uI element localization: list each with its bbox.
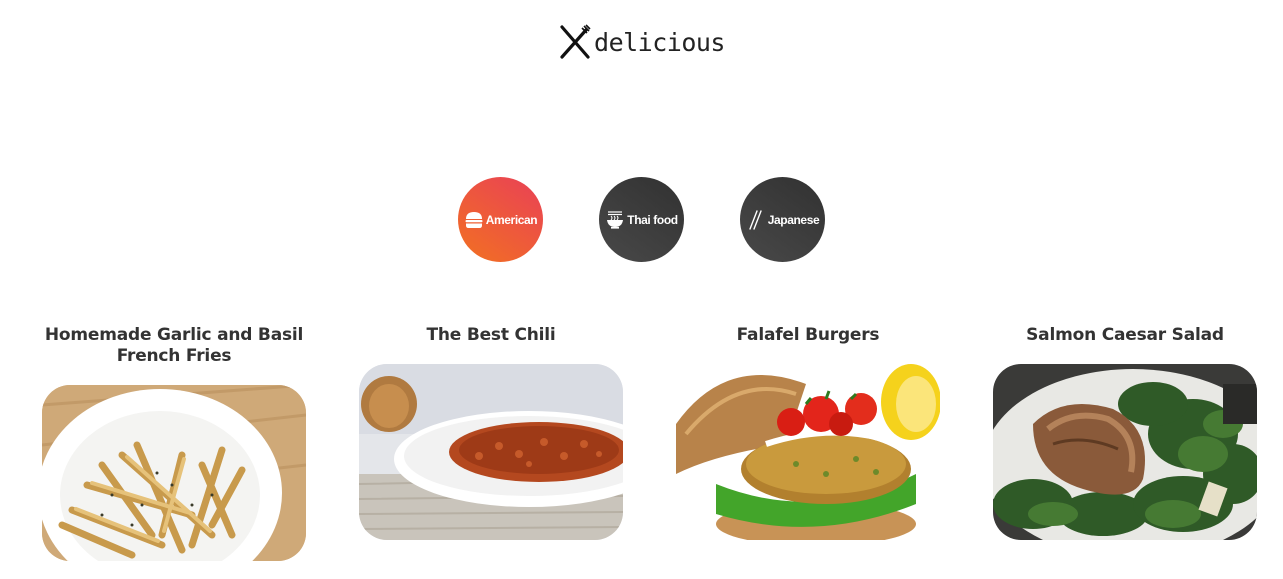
category-thai-label: Thai food bbox=[627, 212, 678, 227]
recipe-title: Homemade Garlic and Basil French Fries bbox=[44, 325, 304, 366]
falafel-burger-photo bbox=[676, 364, 940, 540]
recipe-title: Salmon Caesar Salad bbox=[1026, 325, 1224, 345]
category-japanese-button[interactable]: Japanese bbox=[740, 177, 825, 262]
cutlery-icon bbox=[558, 24, 592, 60]
burger-icon bbox=[464, 210, 484, 230]
logo-link[interactable]: delicious bbox=[0, 24, 1283, 60]
recipe-card[interactable]: Homemade Garlic and Basil French Fries bbox=[42, 325, 306, 561]
category-american-label: American bbox=[485, 212, 538, 227]
chili-photo bbox=[359, 364, 623, 540]
category-nav: American Thai food Japanese bbox=[0, 177, 1283, 262]
french-fries-photo bbox=[42, 385, 306, 561]
noodle-bowl-icon bbox=[605, 210, 625, 230]
salmon-caesar-salad-photo bbox=[993, 364, 1257, 540]
category-thai-button[interactable]: Thai food bbox=[599, 177, 684, 262]
recipe-card[interactable]: Salmon Caesar Salad bbox=[993, 325, 1257, 561]
recipe-title: Falafel Burgers bbox=[736, 325, 880, 345]
recipe-grid: Homemade Garlic and Basil French Fries T… bbox=[42, 325, 1257, 561]
logo-text: delicious bbox=[594, 27, 725, 57]
recipe-card[interactable]: Falafel Burgers bbox=[676, 325, 940, 561]
recipe-title: The Best Chili bbox=[426, 325, 556, 345]
category-japanese-label: Japanese bbox=[767, 212, 820, 227]
category-american-button[interactable]: American bbox=[458, 177, 543, 262]
recipe-card[interactable]: The Best Chili bbox=[359, 325, 623, 561]
chopsticks-icon bbox=[746, 209, 766, 230]
